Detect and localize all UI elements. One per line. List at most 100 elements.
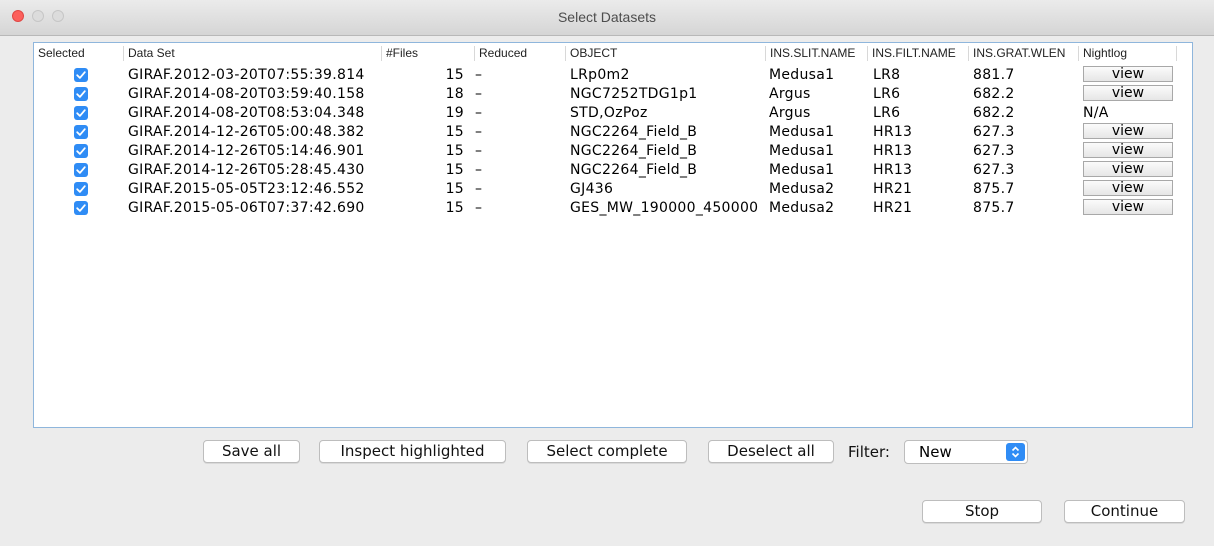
cell-slit-name: Medusa1: [769, 162, 835, 178]
cell-reduced: –: [475, 143, 483, 159]
datasets-table[interactable]: Selected Data Set #Files Reduced OBJECT …: [33, 42, 1193, 428]
column-header-slit-name[interactable]: INS.SLIT.NAME: [766, 46, 868, 61]
cell-filt-name: HR21: [873, 200, 913, 216]
cell-reduced: –: [475, 124, 483, 140]
cell-files: 15: [445, 67, 464, 83]
cell-reduced: –: [475, 86, 483, 102]
cell-slit-name: Medusa2: [769, 181, 835, 197]
cell-filt-name: LR8: [873, 67, 901, 83]
table-row[interactable]: GIRAF.2015-05-06T07:37:42.690 15– GES_MW_1…: [34, 199, 1192, 218]
table-row[interactable]: GIRAF.2015-05-05T23:12:46.552 15– GJ436 Med…: [34, 180, 1192, 199]
cell-filt-name: HR13: [873, 124, 913, 140]
updown-chevron-icon[interactable]: [1006, 443, 1025, 461]
selected-checkbox[interactable]: [74, 68, 88, 82]
selected-checkbox[interactable]: [74, 87, 88, 101]
selected-checkbox[interactable]: [74, 182, 88, 196]
cell-files: 15: [445, 181, 464, 197]
cell-data-set: GIRAF.2015-05-05T23:12:46.552: [128, 181, 365, 197]
cell-filt-name: LR6: [873, 105, 901, 121]
cell-data-set: GIRAF.2012-03-20T07:55:39.814: [128, 67, 365, 83]
cell-data-set: GIRAF.2014-12-26T05:14:46.901: [128, 143, 365, 159]
cell-object: STD,OzPoz: [570, 105, 648, 121]
cell-object: LRp0m2: [570, 67, 630, 83]
window-title: Select Datasets: [557, 9, 657, 25]
table-row[interactable]: GIRAF.2014-08-20T03:59:40.158 18– NGC7252T…: [34, 85, 1192, 104]
table-row[interactable]: GIRAF.2014-08-20T08:53:04.348 19– STD,OzPo…: [34, 104, 1192, 123]
deselect-all-button[interactable]: Deselect all: [708, 440, 834, 463]
select-complete-button[interactable]: Select complete: [527, 440, 687, 463]
selected-checkbox[interactable]: [74, 106, 88, 120]
checkmark-icon: [76, 185, 86, 193]
title-bar: Select Datasets: [0, 0, 1214, 36]
cell-filt-name: HR13: [873, 162, 913, 178]
selected-checkbox[interactable]: [74, 163, 88, 177]
cell-data-set: GIRAF.2015-05-06T07:37:42.690: [128, 200, 365, 216]
cell-grat-wlen: 682.2: [973, 105, 1015, 121]
table-row[interactable]: GIRAF.2014-12-26T05:00:48.382 15– NGC2264_…: [34, 123, 1192, 142]
cell-grat-wlen: 682.2: [973, 86, 1015, 102]
checkmark-icon: [76, 166, 86, 174]
cell-data-set: GIRAF.2014-08-20T08:53:04.348: [128, 105, 365, 121]
save-all-button[interactable]: Save all: [203, 440, 300, 463]
cell-files: 15: [445, 124, 464, 140]
cell-slit-name: Argus: [769, 105, 811, 121]
selected-checkbox[interactable]: [74, 201, 88, 215]
cell-slit-name: Medusa1: [769, 67, 835, 83]
filter-select[interactable]: New: [904, 440, 1028, 464]
column-header-grat-wlen[interactable]: INS.GRAT.WLEN: [969, 46, 1079, 61]
cell-filt-name: LR6: [873, 86, 901, 102]
cell-data-set: GIRAF.2014-12-26T05:28:45.430: [128, 162, 365, 178]
cell-files: 15: [445, 162, 464, 178]
checkmark-icon: [76, 109, 86, 117]
cell-files: 18: [445, 86, 464, 102]
cell-slit-name: Medusa1: [769, 124, 835, 140]
selected-checkbox[interactable]: [74, 144, 88, 158]
cell-files: 15: [445, 143, 464, 159]
inspect-highlighted-button[interactable]: Inspect highlighted: [319, 440, 506, 463]
nightlog-status-text: N/A: [1083, 105, 1109, 121]
cell-reduced: –: [475, 200, 483, 216]
cell-files: 15: [445, 200, 464, 216]
cell-grat-wlen: 627.3: [973, 124, 1015, 140]
table-header: Selected Data Set #Files Reduced OBJECT …: [34, 43, 1192, 64]
cell-filt-name: HR13: [873, 143, 913, 159]
column-header-files[interactable]: #Files: [382, 46, 475, 61]
column-header-nightlog[interactable]: Nightlog: [1079, 46, 1177, 61]
cell-grat-wlen: 627.3: [973, 162, 1015, 178]
table-row[interactable]: GIRAF.2014-12-26T05:28:45.430 15– NGC2264_…: [34, 161, 1192, 180]
nightlog-view-button[interactable]: view: [1083, 199, 1173, 215]
column-header-data-set[interactable]: Data Set: [124, 46, 382, 61]
cell-data-set: GIRAF.2014-08-20T03:59:40.158: [128, 86, 365, 102]
checkmark-icon: [76, 204, 86, 212]
nightlog-view-button[interactable]: view: [1083, 85, 1173, 101]
cell-object: GES_MW_190000_450000: [570, 200, 759, 216]
nightlog-view-button[interactable]: view: [1083, 66, 1173, 82]
table-row[interactable]: GIRAF.2012-03-20T07:55:39.814 15– LRp0m2 Me…: [34, 66, 1192, 85]
cell-object: GJ436: [570, 181, 614, 197]
cell-reduced: –: [475, 181, 483, 197]
nightlog-view-button[interactable]: view: [1083, 180, 1173, 196]
column-header-reduced[interactable]: Reduced: [475, 46, 566, 61]
filter-label: Filter:: [848, 443, 890, 461]
nightlog-view-button[interactable]: view: [1083, 161, 1173, 177]
cell-grat-wlen: 875.7: [973, 181, 1015, 197]
column-header-selected[interactable]: Selected: [34, 46, 124, 61]
cell-data-set: GIRAF.2014-12-26T05:00:48.382: [128, 124, 365, 140]
checkmark-icon: [76, 128, 86, 136]
column-header-object[interactable]: OBJECT: [566, 46, 766, 61]
nightlog-view-button[interactable]: view: [1083, 123, 1173, 139]
cell-grat-wlen: 627.3: [973, 143, 1015, 159]
selected-checkbox[interactable]: [74, 125, 88, 139]
column-header-filt-name[interactable]: INS.FILT.NAME: [868, 46, 969, 61]
stop-button[interactable]: Stop: [922, 500, 1042, 523]
continue-button[interactable]: Continue: [1064, 500, 1185, 523]
cell-reduced: –: [475, 162, 483, 178]
cell-reduced: –: [475, 105, 483, 121]
cell-object: NGC7252TDG1p1: [570, 86, 698, 102]
cell-reduced: –: [475, 67, 483, 83]
checkmark-icon: [76, 71, 86, 79]
table-row[interactable]: GIRAF.2014-12-26T05:14:46.901 15– NGC2264_…: [34, 142, 1192, 161]
cell-slit-name: Medusa2: [769, 200, 835, 216]
cell-object: NGC2264_Field_B: [570, 162, 698, 178]
nightlog-view-button[interactable]: view: [1083, 142, 1173, 158]
